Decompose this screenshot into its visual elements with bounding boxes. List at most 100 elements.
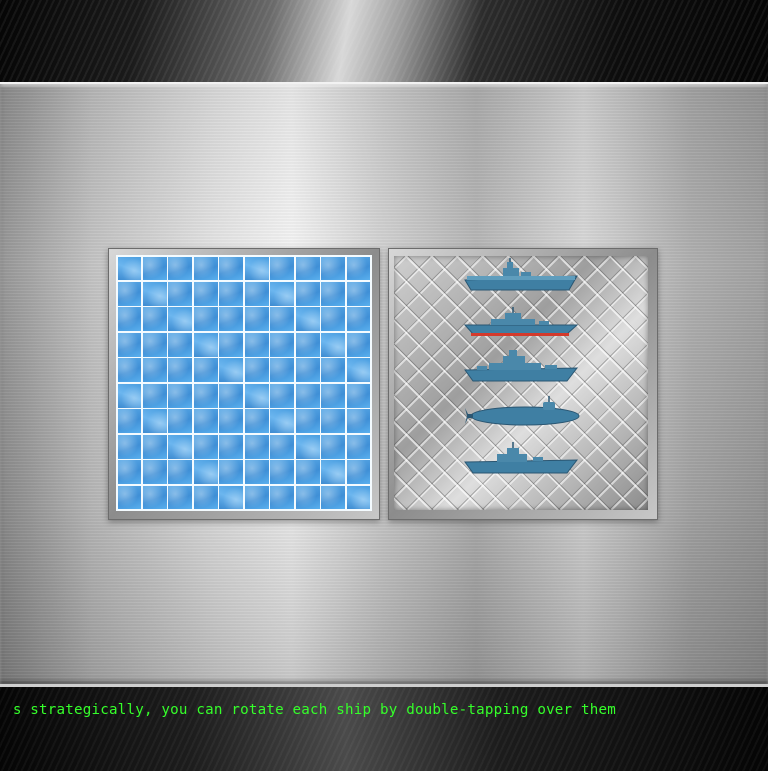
grid-cell[interactable] bbox=[321, 485, 345, 510]
grid-cell[interactable] bbox=[193, 383, 218, 408]
grid-cell[interactable] bbox=[219, 409, 244, 434]
grid-cell[interactable] bbox=[244, 434, 269, 459]
grid-cell[interactable] bbox=[117, 358, 142, 383]
grid-cell[interactable] bbox=[321, 256, 345, 281]
grid-cell[interactable] bbox=[346, 358, 371, 383]
grid-cell[interactable] bbox=[244, 383, 269, 408]
grid-cell[interactable] bbox=[117, 409, 142, 434]
grid-cell[interactable] bbox=[346, 256, 371, 281]
grid-cell[interactable] bbox=[346, 409, 371, 434]
grid-cell[interactable] bbox=[219, 282, 244, 306]
grid-cell[interactable] bbox=[168, 256, 193, 281]
grid-cell[interactable] bbox=[295, 332, 320, 357]
grid-cell[interactable] bbox=[270, 485, 295, 510]
grid-cell[interactable] bbox=[117, 485, 142, 510]
grid-cell[interactable] bbox=[168, 307, 193, 332]
grid-cell[interactable] bbox=[193, 460, 218, 484]
grid-cell[interactable] bbox=[219, 358, 244, 383]
grid-cell[interactable] bbox=[143, 256, 167, 281]
grid-cell[interactable] bbox=[321, 282, 345, 306]
grid-cell[interactable] bbox=[168, 282, 193, 306]
grid-cell[interactable] bbox=[168, 485, 193, 510]
grid-cell[interactable] bbox=[244, 256, 269, 281]
patrol-ship-icon[interactable] bbox=[463, 442, 579, 476]
grid-cell[interactable] bbox=[321, 307, 345, 332]
grid-cell[interactable] bbox=[244, 332, 269, 357]
grid-cell[interactable] bbox=[143, 307, 167, 332]
grid-cell[interactable] bbox=[193, 282, 218, 306]
submarine-icon[interactable] bbox=[463, 394, 583, 432]
grid-cell[interactable] bbox=[270, 383, 295, 408]
grid-cell[interactable] bbox=[117, 383, 142, 408]
grid-cell[interactable] bbox=[219, 434, 244, 459]
grid-cell[interactable] bbox=[193, 485, 218, 510]
grid-cell[interactable] bbox=[143, 282, 167, 306]
grid-cell[interactable] bbox=[117, 307, 142, 332]
grid-cell[interactable] bbox=[270, 256, 295, 281]
grid-cell[interactable] bbox=[270, 409, 295, 434]
grid-cell[interactable] bbox=[219, 332, 244, 357]
grid-cell[interactable] bbox=[143, 485, 167, 510]
grid-cell[interactable] bbox=[295, 460, 320, 484]
cruiser-icon[interactable] bbox=[463, 348, 579, 384]
grid-cell[interactable] bbox=[295, 358, 320, 383]
player-ocean-grid[interactable] bbox=[116, 255, 372, 511]
grid-cell[interactable] bbox=[244, 485, 269, 510]
grid-cell[interactable] bbox=[193, 409, 218, 434]
grid-cell[interactable] bbox=[295, 282, 320, 306]
grid-cell[interactable] bbox=[219, 460, 244, 484]
grid-cell[interactable] bbox=[117, 256, 142, 281]
grid-cell[interactable] bbox=[193, 256, 218, 281]
grid-cell[interactable] bbox=[346, 332, 371, 357]
grid-cell[interactable] bbox=[219, 485, 244, 510]
grid-cell[interactable] bbox=[168, 383, 193, 408]
grid-cell[interactable] bbox=[143, 383, 167, 408]
grid-cell[interactable] bbox=[270, 358, 295, 383]
grid-cell[interactable] bbox=[244, 409, 269, 434]
grid-cell[interactable] bbox=[321, 409, 345, 434]
grid-cell[interactable] bbox=[193, 434, 218, 459]
grid-cell[interactable] bbox=[193, 358, 218, 383]
grid-cell[interactable] bbox=[117, 460, 142, 484]
grid-cell[interactable] bbox=[143, 332, 167, 357]
grid-cell[interactable] bbox=[346, 460, 371, 484]
grid-cell[interactable] bbox=[117, 282, 142, 306]
grid-cell[interactable] bbox=[143, 434, 167, 459]
grid-cell[interactable] bbox=[244, 307, 269, 332]
aircraft-carrier-icon[interactable] bbox=[463, 258, 579, 294]
grid-cell[interactable] bbox=[321, 332, 345, 357]
grid-cell[interactable] bbox=[295, 434, 320, 459]
destroyer-icon[interactable] bbox=[463, 305, 579, 341]
grid-cell[interactable] bbox=[346, 383, 371, 408]
grid-cell[interactable] bbox=[321, 383, 345, 408]
grid-cell[interactable] bbox=[168, 460, 193, 484]
grid-cell[interactable] bbox=[117, 332, 142, 357]
grid-cell[interactable] bbox=[168, 409, 193, 434]
grid-cell[interactable] bbox=[143, 409, 167, 434]
grid-cell[interactable] bbox=[270, 282, 295, 306]
grid-cell[interactable] bbox=[321, 358, 345, 383]
grid-cell[interactable] bbox=[143, 358, 167, 383]
grid-cell[interactable] bbox=[117, 434, 142, 459]
grid-cell[interactable] bbox=[168, 434, 193, 459]
grid-cell[interactable] bbox=[270, 307, 295, 332]
grid-cell[interactable] bbox=[270, 460, 295, 484]
grid-cell[interactable] bbox=[244, 282, 269, 306]
grid-cell[interactable] bbox=[321, 434, 345, 459]
grid-cell[interactable] bbox=[295, 256, 320, 281]
grid-cell[interactable] bbox=[295, 409, 320, 434]
grid-cell[interactable] bbox=[219, 307, 244, 332]
grid-cell[interactable] bbox=[295, 485, 320, 510]
grid-cell[interactable] bbox=[295, 383, 320, 408]
grid-cell[interactable] bbox=[244, 358, 269, 383]
grid-cell[interactable] bbox=[193, 332, 218, 357]
grid-cell[interactable] bbox=[193, 307, 218, 332]
grid-cell[interactable] bbox=[244, 460, 269, 484]
grid-cell[interactable] bbox=[346, 307, 371, 332]
grid-cell[interactable] bbox=[346, 282, 371, 306]
grid-cell[interactable] bbox=[219, 256, 244, 281]
grid-cell[interactable] bbox=[346, 485, 371, 510]
grid-cell[interactable] bbox=[270, 332, 295, 357]
grid-cell[interactable] bbox=[168, 332, 193, 357]
grid-cell[interactable] bbox=[143, 460, 167, 484]
